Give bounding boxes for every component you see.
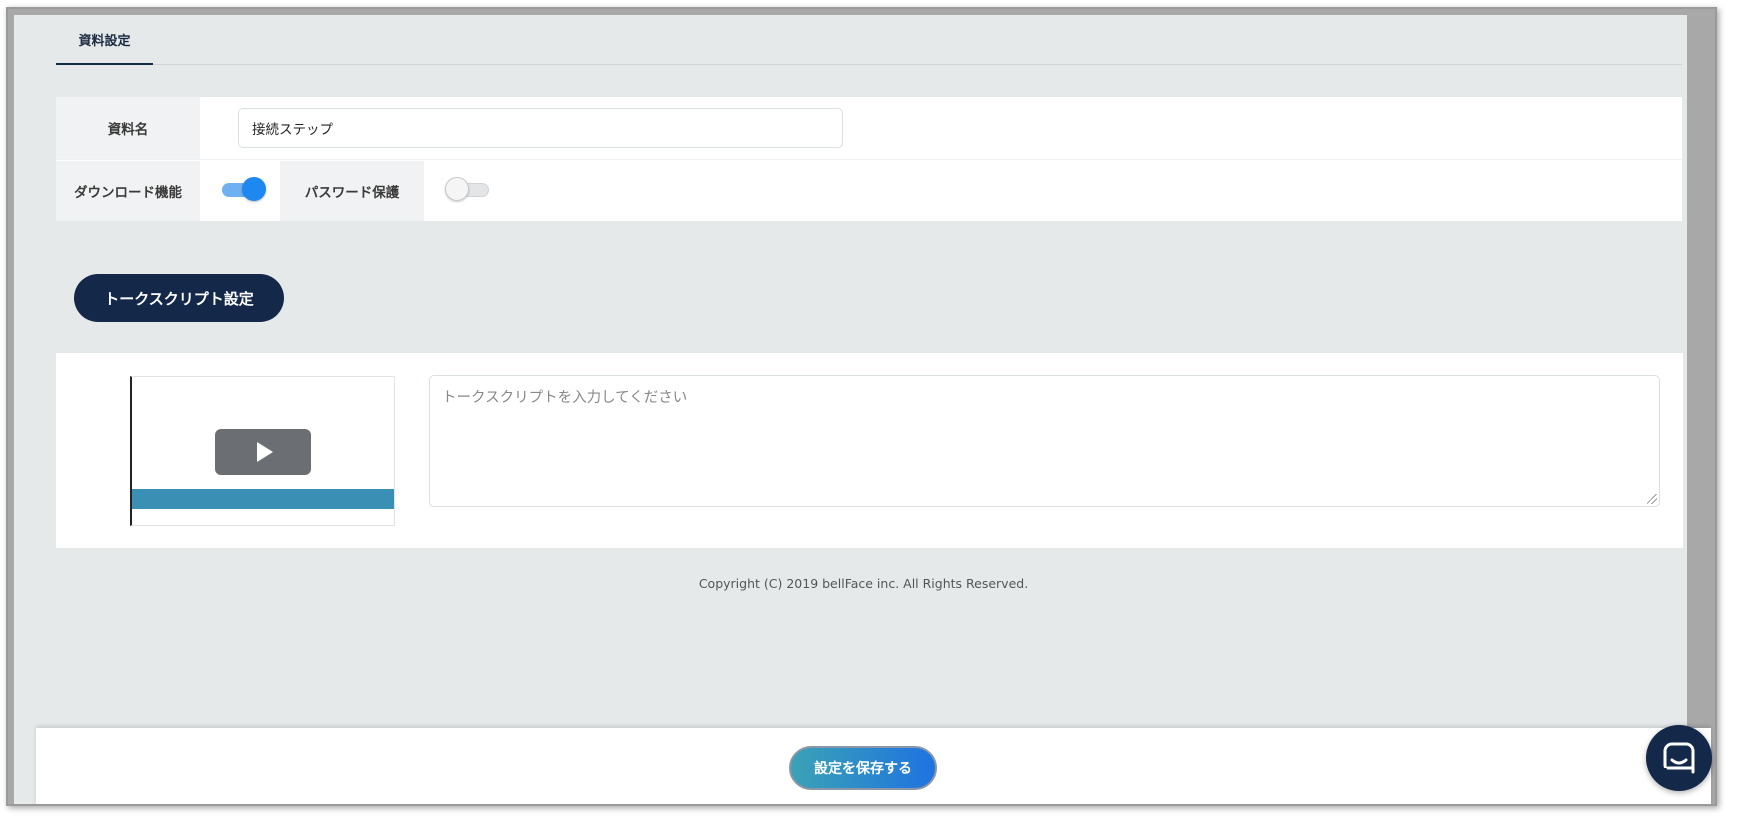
- download-toggle-knob: [242, 177, 266, 201]
- save-bar: 設定を保存する: [36, 728, 1711, 804]
- app-window: 資料設定 資料名 接続ステップ ダウンロード機能 パスワード保護 トークスクリプ…: [6, 7, 1717, 806]
- play-button[interactable]: [215, 429, 311, 475]
- window-right-edge: [1687, 9, 1715, 804]
- password-label: パスワード保護: [280, 161, 424, 221]
- chat-launcher-button[interactable]: [1646, 725, 1712, 791]
- download-label: ダウンロード機能: [56, 161, 200, 221]
- talk-script-textarea[interactable]: トークスクリプトを入力してください: [429, 375, 1660, 507]
- talk-script-placeholder: トークスクリプトを入力してください: [442, 390, 688, 406]
- copyright-text: Copyright (C) 2019 bellFace inc. All Rig…: [698, 576, 1029, 591]
- document-settings-table: 資料名 接続ステップ ダウンロード機能 パスワード保護: [56, 97, 1682, 221]
- password-toggle[interactable]: [445, 175, 493, 203]
- tab-document-settings[interactable]: 資料設定: [56, 15, 153, 65]
- document-name-input[interactable]: 接続ステップ: [238, 108, 843, 148]
- tab-bar: 資料設定: [56, 15, 1682, 65]
- play-icon: [257, 442, 273, 462]
- download-toggle[interactable]: [220, 175, 268, 203]
- options-row: ダウンロード機能 パスワード保護: [56, 161, 1682, 221]
- password-toggle-knob: [445, 177, 469, 201]
- thumbnail-banner: [132, 489, 394, 509]
- talk-script-panel: トークスクリプトを入力してください: [56, 353, 1683, 548]
- talk-script-settings-heading: トークスクリプト設定: [74, 274, 284, 322]
- textarea-resize-handle[interactable]: [1647, 494, 1657, 504]
- save-settings-button[interactable]: 設定を保存する: [789, 746, 937, 790]
- page-content: 資料設定 資料名 接続ステップ ダウンロード機能 パスワード保護 トークスクリプ…: [14, 15, 1687, 804]
- slide-thumbnail[interactable]: [130, 376, 395, 526]
- document-name-label: 資料名: [56, 97, 200, 159]
- chat-icon: [1662, 742, 1696, 775]
- document-name-row: 資料名 接続ステップ: [56, 97, 1682, 160]
